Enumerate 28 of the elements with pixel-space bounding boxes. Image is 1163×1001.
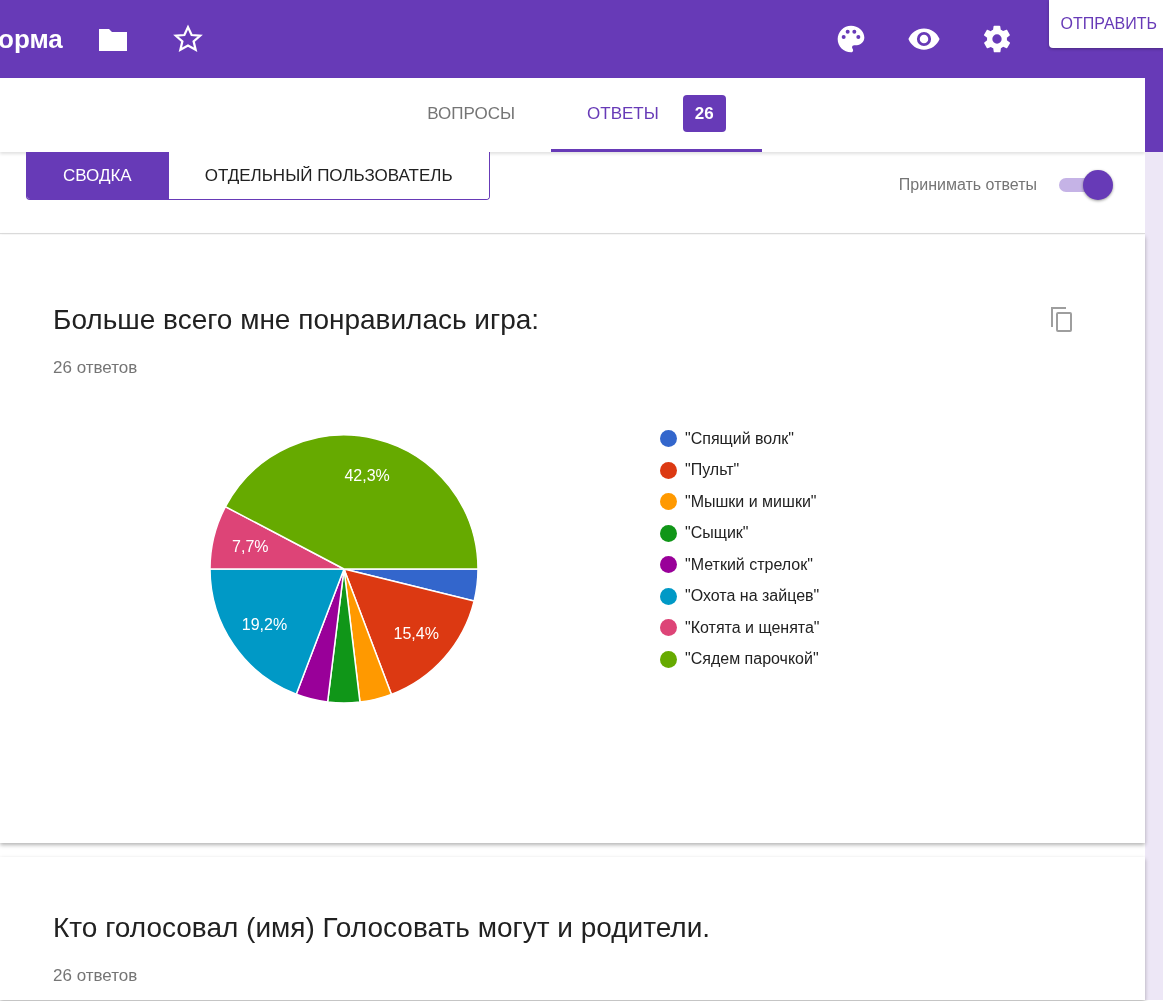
legend-label: "Котята и щенята" (685, 617, 820, 638)
legend-label: "Сыщик" (685, 523, 749, 543)
question-title: Больше всего мне понравилась игра: (53, 303, 540, 337)
accept-responses-switch[interactable] (1057, 168, 1113, 202)
slice-value-label: 7,7% (232, 537, 269, 555)
response-count: 26 ответов (53, 357, 139, 379)
tab-label: ОТВЕТЫ (587, 102, 659, 125)
legend-label: "Спящий волк" (685, 428, 794, 449)
legend-label: "Пульт" (685, 460, 740, 480)
response-count: 26 ответов (53, 965, 139, 987)
count-badge: 26 (682, 94, 726, 133)
copy-icon[interactable] (1049, 305, 1075, 333)
view-option[interactable]: ОТДЕЛЬНЫЙ ПОЛЬЗОВАТЕЛЬ (167, 152, 489, 199)
tab-label: ВОПРОСЫ (427, 102, 516, 125)
legend-label: "Охота на зайцев" (685, 586, 820, 606)
send-button[interactable]: ОТПРАВИТЬ (1048, 0, 1163, 48)
question-title: Кто голосовал (имя) Голосовать могут и родители. (53, 911, 711, 945)
slice-value-label: 19,2% (241, 615, 288, 633)
legend-label: "Сядем парочкой" (685, 649, 819, 669)
slice-value-label: 15,4% (393, 624, 439, 642)
view-option[interactable]: СВОДКА (27, 152, 168, 199)
legend-label: "Мышки и мишки" (685, 491, 817, 512)
star-icon[interactable] (172, 24, 203, 54)
slice-value-label: 42,3% (344, 466, 390, 484)
tab[interactable]: ВОПРОСЫ (391, 78, 552, 152)
tab[interactable]: ОТВЕТЫ 26 (551, 78, 762, 152)
accept-responses-label: Принимать ответы (898, 175, 1037, 195)
legend-label: "Меткий стрелок" (685, 554, 813, 575)
